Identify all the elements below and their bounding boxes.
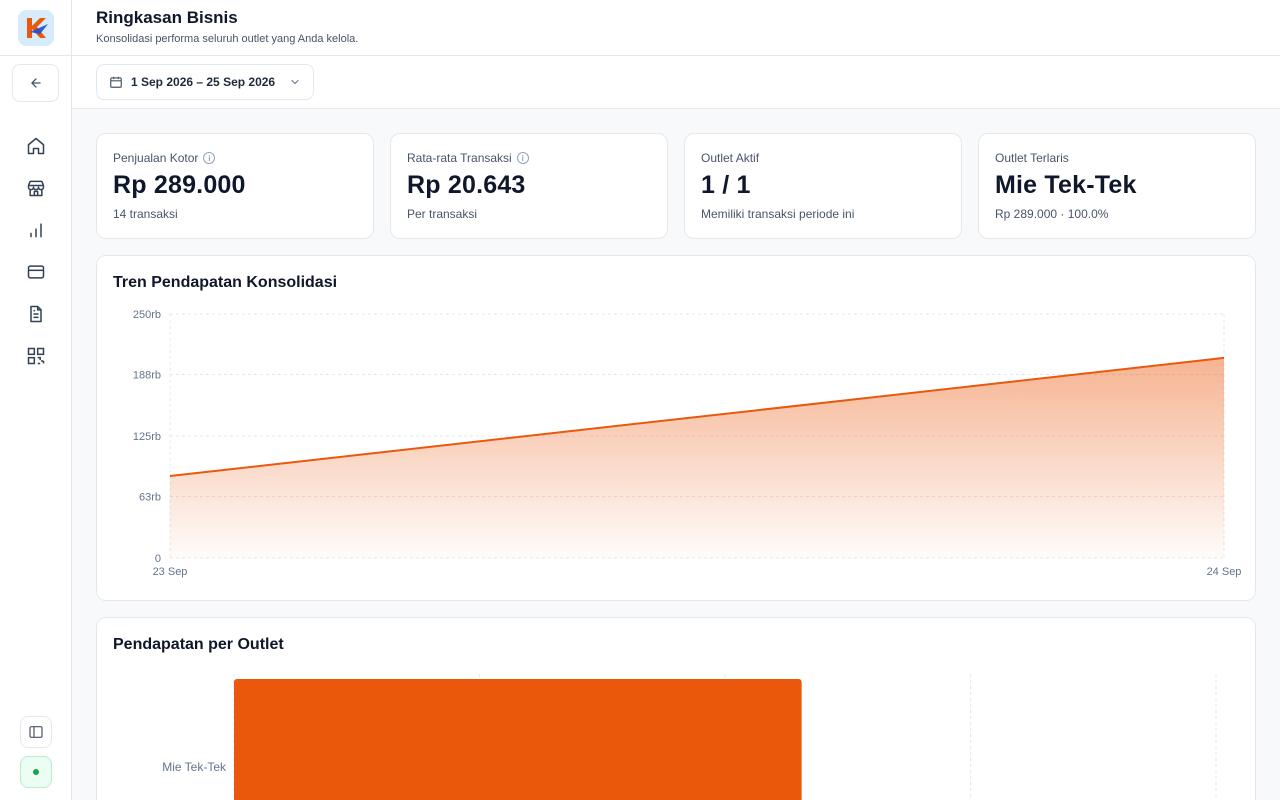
kpi-subtext: Per transaksi: [407, 207, 478, 221]
sidebar-item-store[interactable]: [24, 176, 48, 200]
back-button[interactable]: [12, 64, 59, 102]
page-title: Ringkasan Bisnis: [96, 8, 238, 27]
sidebar-divider: [0, 55, 71, 56]
sidebar-item-documents[interactable]: [24, 302, 48, 326]
kpi-card-top-outlet: Outlet Terlaris Mie Tek-Tek Rp 289.000 ·…: [978, 133, 1256, 239]
kpi-subtext: Rp 289.000 · 100.0%: [995, 207, 1109, 221]
outlet-label: Mie Tek-Tek: [162, 760, 227, 774]
kpi-label: Rata-rata Transaksi: [407, 151, 512, 165]
panel-left-icon: [29, 726, 43, 738]
qr-code-icon: [27, 347, 45, 365]
sidebar-item-home[interactable]: [24, 134, 48, 158]
x-tick-label: 24 Sep: [1207, 566, 1242, 578]
revenue-trend-chart: 0 63rb 125rb 188rb 250rb 23 Sep 24 Sep: [133, 309, 1242, 578]
sidebar-collapse-button[interactable]: [20, 716, 52, 748]
document-icon: [30, 305, 42, 323]
y-tick-label: 63rb: [139, 492, 161, 504]
x-tick-label: 23 Sep: [153, 566, 188, 578]
kpi-value: 1 / 1: [701, 171, 751, 199]
page-header: Ringkasan Bisnis Konsolidasi performa se…: [72, 0, 1280, 56]
kpi-card-avg-transaction: Rata-rata Transaksi i Rp 20.643 Per trans…: [390, 133, 668, 239]
bar-chart-icon: [30, 223, 42, 238]
kpi-card-gross-sales: Penjualan Kotor i Rp 289.000 14 transaksi: [96, 133, 374, 239]
kpi-value: Rp 289.000: [113, 171, 246, 199]
online-dot-icon: [33, 769, 39, 775]
date-range-label: 1 Sep 2026 – 25 Sep 2026: [131, 75, 276, 89]
kpi-label: Outlet Aktif: [701, 151, 760, 165]
y-tick-label: 0: [155, 553, 161, 565]
date-range-picker[interactable]: 1 Sep 2026 – 25 Sep 2026: [96, 64, 314, 100]
store-icon: [27, 180, 45, 197]
sidebar-item-reports[interactable]: [24, 218, 48, 242]
kpi-label: Outlet Terlaris: [995, 151, 1069, 165]
y-tick-label: 188rb: [133, 370, 161, 382]
sidebar: [0, 0, 72, 800]
outlet-revenue-panel: Pendapatan per Outlet Mie Tek-Tek: [96, 617, 1256, 800]
chevron-down-icon: [291, 80, 299, 85]
kpi-label: Penjualan Kotor: [113, 151, 199, 165]
kpi-value: Mie Tek-Tek: [995, 171, 1137, 199]
y-tick-label: 125rb: [133, 431, 161, 443]
info-icon[interactable]: i: [203, 152, 216, 164]
calendar-icon: [110, 76, 122, 88]
kpi-subtext: 14 transaksi: [113, 207, 178, 221]
kpi-card-active-outlets: Outlet Aktif 1 / 1 Memiliki transaksi pe…: [684, 133, 962, 239]
toolbar: 1 Sep 2026 – 25 Sep 2026: [72, 56, 1280, 109]
sidebar-item-payments[interactable]: [24, 260, 48, 284]
info-icon[interactable]: i: [516, 152, 529, 164]
y-tick-label: 250rb: [133, 309, 161, 321]
outlet-revenue-chart: Mie Tek-Tek: [162, 674, 1217, 800]
status-indicator[interactable]: [20, 756, 52, 788]
kpi-value: Rp 20.643: [407, 171, 526, 199]
kpi-subtext: Memiliki transaksi periode ini: [701, 207, 855, 221]
page-subtitle: Konsolidasi performa seluruh outlet yang…: [96, 33, 359, 45]
revenue-trend-panel: Tren Pendapatan Konsolidasi 0 63rb 125rb 18…: [96, 255, 1256, 601]
credit-card-icon: [27, 265, 45, 279]
app-logo: [18, 10, 54, 46]
outlet-bar: [234, 679, 802, 800]
sidebar-item-qr[interactable]: [24, 344, 48, 368]
arrow-left-icon: [30, 78, 41, 88]
home-icon: [27, 137, 45, 155]
